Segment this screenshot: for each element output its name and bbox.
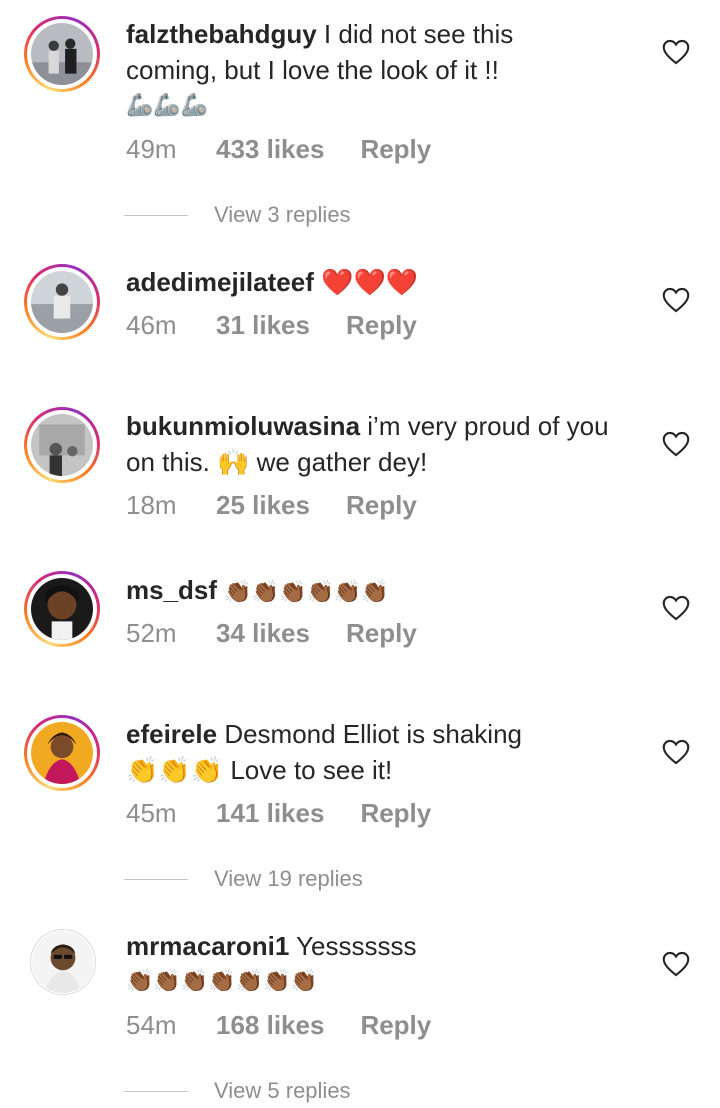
heart-outline-icon[interactable] [662,431,690,457]
view-replies[interactable]: View 5 replies [124,1078,351,1104]
heart-outline-icon[interactable] [662,287,690,313]
heart-outline-icon[interactable] [662,39,690,65]
comment-time: 46m [126,310,177,340]
divider-line [124,214,188,216]
likes-count[interactable]: 141 likes [216,798,324,829]
heart-outline-icon[interactable] [662,951,690,977]
reply-button[interactable]: Reply [346,310,417,341]
avatar-story-ring[interactable] [24,715,100,791]
likes-count[interactable]: 168 likes [216,1010,324,1041]
reply-button[interactable]: Reply [360,798,431,829]
comment-time: 18m [126,490,177,520]
heart-outline-icon[interactable] [662,595,690,621]
comment-text: Desmond Elliot is shaking [224,719,523,749]
comment-text: i’m very proud of you [367,411,609,441]
view-replies-label[interactable]: View 19 replies [214,866,363,892]
comment-text: ❤️❤️❤️ [321,268,419,298]
comment-time: 49m [126,134,177,164]
reply-button[interactable]: Reply [346,490,417,521]
comment-time: 54m [126,1010,177,1040]
avatar-story-ring[interactable] [24,571,100,647]
likes-count[interactable]: 25 likes [216,490,310,521]
heart-outline-icon[interactable] [662,739,690,765]
comment-time: 52m [126,618,177,648]
avatar [31,722,93,784]
avatar [31,271,93,333]
comment-text-line2: coming, but I love the look of it !! [126,55,499,85]
view-replies[interactable]: View 3 replies [124,202,351,228]
view-replies[interactable]: View 19 replies [124,866,363,892]
username[interactable]: mrmacaroni1 [126,931,289,961]
avatar-ring[interactable] [30,929,96,995]
avatar [31,414,93,476]
comment-text: 👏🏾👏🏾👏🏾👏🏾👏🏾👏🏾 [224,580,389,605]
avatar-story-ring[interactable] [24,16,100,92]
reply-button[interactable]: Reply [346,618,417,649]
avatar-story-ring[interactable] [24,264,100,340]
avatar-story-ring[interactable] [24,407,100,483]
likes-count[interactable]: 31 likes [216,310,310,341]
username[interactable]: falzthebahdguy [126,19,317,49]
comment-text-line2: 👏👏👏 Love to see it! [126,755,393,785]
likes-count[interactable]: 34 likes [216,618,310,649]
username[interactable]: efeirele [126,719,217,749]
avatar [31,23,93,85]
comment-text: Yesssssss [296,931,417,961]
avatar [31,578,93,640]
comment-text: I did not see this [323,19,514,49]
reply-button[interactable]: Reply [360,134,431,165]
comment-emoji: 🦾🦾🦾 [126,93,209,118]
comment-text-line2: on this. 🙌 we gather dey! [126,447,428,477]
username[interactable]: adedimejilateef [126,267,314,297]
username[interactable]: bukunmioluwasina [126,411,360,441]
view-replies-label[interactable]: View 5 replies [214,1078,351,1104]
avatar [32,931,94,993]
comment-time: 45m [126,798,177,828]
divider-line [124,878,188,880]
username[interactable]: ms_dsf [126,575,217,605]
comment-emoji: 👏🏾👏🏾👏🏾👏🏾👏🏾👏🏾👏🏾 [126,969,318,994]
reply-button[interactable]: Reply [360,1010,431,1041]
likes-count[interactable]: 433 likes [216,134,324,165]
view-replies-label[interactable]: View 3 replies [214,202,351,228]
divider-line [124,1090,188,1092]
